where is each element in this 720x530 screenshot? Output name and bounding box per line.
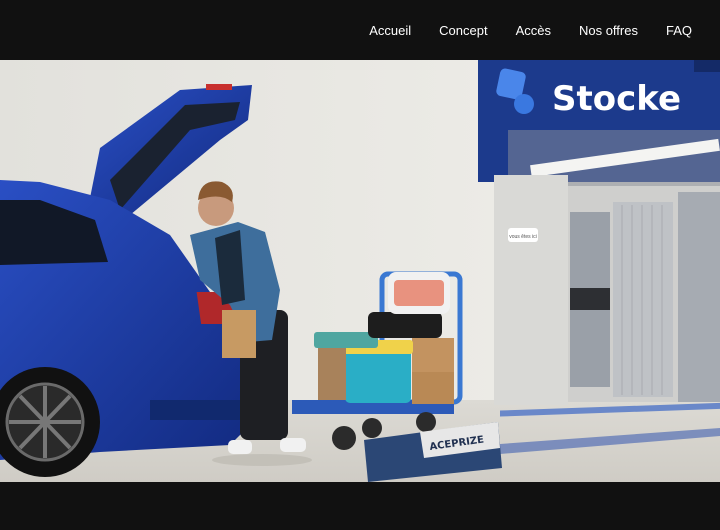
cardboard-box-top — [412, 338, 454, 374]
top-navigation-bar: Accueil Concept Accès Nos offres FAQ — [0, 0, 720, 60]
person-shadow — [212, 454, 312, 466]
pillow-pattern — [394, 280, 444, 306]
nav-links: Accueil Concept Accès Nos offres FAQ — [369, 0, 692, 60]
trolley-wheel-right — [416, 412, 436, 432]
person-shoe-right — [280, 438, 306, 452]
bottom-band — [0, 482, 720, 530]
sign-logo-dot — [514, 94, 534, 114]
hero-image: Stocke vous êtes ici ACEPRIZE — [0, 60, 720, 482]
right-dark-corner — [694, 60, 720, 72]
carried-box — [222, 310, 256, 358]
nav-link-concept[interactable]: Concept — [439, 23, 487, 38]
pillar — [494, 175, 568, 405]
nav-link-faq[interactable]: FAQ — [666, 23, 692, 38]
dark-bag — [368, 312, 442, 338]
nav-link-nos-offres[interactable]: Nos offres — [579, 23, 638, 38]
storage-door-dark — [570, 288, 610, 310]
trolley-wheel-middle — [362, 418, 382, 438]
cardboard-box-bottom — [412, 372, 454, 404]
storage-sign-text: Stocke — [552, 79, 681, 119]
nav-link-acces[interactable]: Accès — [516, 23, 551, 38]
person-shoe-left — [228, 440, 252, 454]
trolley-wheel-left — [332, 426, 356, 450]
nav-link-accueil[interactable]: Accueil — [369, 23, 411, 38]
storage-door-right — [678, 192, 720, 402]
tailgate-light — [206, 84, 232, 90]
door-sign-text: vous êtes ici — [509, 234, 537, 240]
hero-illustration: Stocke vous êtes ici ACEPRIZE — [0, 60, 720, 482]
car-bumper — [150, 400, 250, 420]
basket-rim — [314, 332, 378, 348]
car-rim-spokes — [9, 386, 81, 458]
wicker-basket — [318, 348, 346, 400]
